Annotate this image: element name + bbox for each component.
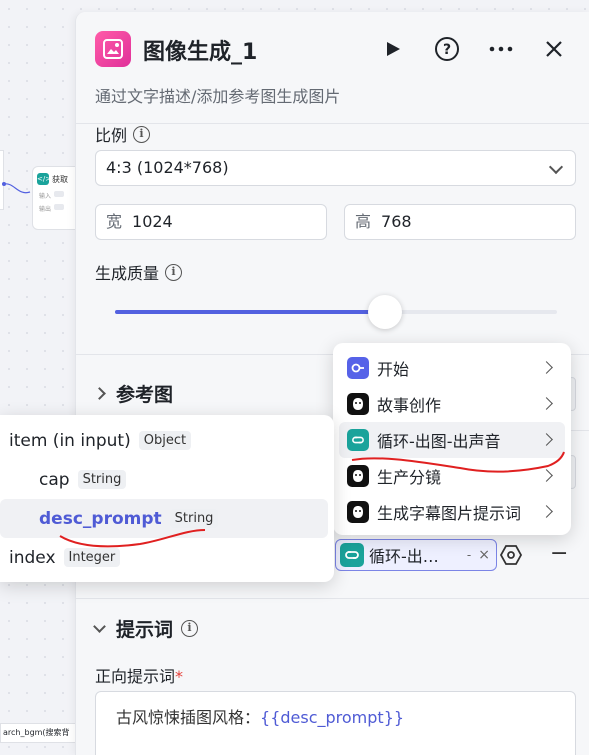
quality-slider-knob[interactable] (367, 295, 402, 329)
code-icon: </> (37, 173, 52, 185)
help-button[interactable]: ? (432, 34, 462, 64)
variable-name: item (in input) (9, 430, 131, 451)
menu-item-label: 故事创作 (377, 396, 442, 415)
more-icon (489, 46, 513, 52)
menu-item-storyboard[interactable]: 生产分镜 (339, 458, 565, 494)
play-icon (387, 42, 400, 56)
prompt-section-header[interactable]: 提示词 i (93, 615, 199, 642)
height-value: 768 (381, 212, 412, 231)
loop-icon (340, 543, 364, 567)
menu-item-label: 生成字幕图片提示词 (377, 504, 522, 523)
prompt-text: 古风惊悚插图风格： (116, 708, 261, 727)
chevron-right-icon (540, 361, 553, 374)
ratio-label: 比例 (95, 126, 128, 145)
ratio-select[interactable]: 4:3 (1024*768) (95, 150, 576, 186)
variable-type-badge: String (169, 509, 219, 528)
height-field[interactable]: 高 768 (344, 204, 576, 240)
close-button[interactable] (539, 34, 569, 64)
prompt-section-title: 提示词 (116, 619, 174, 641)
canvas-node-label: 获取 (52, 174, 68, 184)
variable-type-badge: String (77, 470, 127, 489)
robot-icon (347, 501, 369, 523)
variable-settings-icon[interactable] (499, 543, 523, 567)
menu-item-loop[interactable]: 循环-出图-出声音 (339, 422, 565, 458)
variable-item-cap[interactable]: cap String (0, 460, 328, 499)
variable-item-desc-prompt[interactable]: desc_prompt String (0, 499, 328, 538)
variable-name: desc_prompt (39, 508, 162, 529)
chevron-right-icon (540, 505, 553, 518)
width-prefix: 宽 (106, 212, 123, 231)
canvas-node-output: 输出 (39, 206, 52, 213)
menu-item-story[interactable]: 故事创作 (339, 386, 565, 422)
ratio-label-row: 比例 i (95, 122, 151, 146)
quality-slider-fill (115, 310, 385, 314)
variable-item-index[interactable]: index Integer (0, 538, 328, 577)
chevron-down-icon (93, 620, 106, 633)
prompt-variable: {{desc_prompt}} (260, 708, 405, 727)
robot-icon (347, 393, 369, 415)
width-value: 1024 (132, 212, 173, 231)
variable-ref-label: 循环-出… (369, 547, 439, 566)
variable-type-badge: Integer (63, 548, 121, 567)
menu-item-label: 生产分镜 (377, 468, 442, 487)
close-icon (546, 41, 562, 57)
loop-icon (347, 429, 369, 451)
variable-item-item[interactable]: item (in input) Object (0, 421, 328, 460)
page-title[interactable]: 图像生成_1 (143, 34, 257, 66)
quality-label: 生成质量 (95, 264, 160, 283)
node-picker-menu: 开始 故事创作 循环-出图-出声音 生产分镜 生成字幕图片提示词 (333, 343, 571, 535)
robot-icon (347, 465, 369, 487)
panel-description: 通过文字描述/添加参考图生成图片 (95, 87, 341, 106)
menu-item-subtitle-prompt[interactable]: 生成字幕图片提示词 (339, 494, 565, 530)
help-icon: ? (435, 37, 459, 61)
canvas-edge (2, 182, 31, 194)
info-icon[interactable]: i (133, 125, 151, 143)
chevron-right-icon (540, 397, 553, 410)
variable-ref-clear[interactable]: × (478, 547, 490, 563)
reference-section-title: 参考图 (116, 384, 174, 406)
ratio-value: 4:3 (1024*768) (106, 158, 229, 177)
svg-text:?: ? (443, 42, 451, 58)
image-gen-icon (95, 31, 131, 67)
required-mark: * (175, 667, 184, 686)
chevron-right-icon (540, 433, 553, 446)
height-prefix: 高 (355, 212, 372, 231)
variable-name: index (9, 547, 56, 568)
chevron-down-icon (548, 159, 564, 175)
canvas-node-input: 输入 (39, 193, 52, 200)
chevron-right-icon (93, 387, 106, 400)
reference-section-header[interactable]: 参考图 (93, 380, 174, 407)
menu-item-label: 开始 (377, 360, 410, 379)
divider (76, 598, 589, 599)
variable-name: cap (39, 469, 70, 490)
positive-prompt-label-text: 正向提示词 (95, 667, 176, 686)
positive-prompt-input[interactable]: 古风惊悚插图风格：{{desc_prompt}} (95, 691, 576, 755)
width-field[interactable]: 宽 1024 (95, 204, 327, 240)
variable-ref-dash: - (466, 548, 472, 562)
quality-slider[interactable] (115, 295, 557, 329)
quality-label-row: 生成质量 i (95, 260, 183, 284)
variable-type-badge: Object (138, 431, 192, 450)
positive-prompt-label: 正向提示词* (95, 663, 183, 687)
panel-header: 图像生成_1 ? 通过文字描述/添加参考图生成图片 (76, 12, 589, 124)
info-icon[interactable]: i (165, 263, 183, 281)
variable-picker-menu: item (in input) Object cap String desc_p… (0, 415, 334, 582)
run-button[interactable] (378, 34, 408, 64)
chevron-right-icon (540, 469, 553, 482)
start-icon (347, 357, 369, 379)
canvas-node-bgm[interactable]: arch_bgm(搜索背 (0, 723, 78, 743)
remove-input-button[interactable]: − (550, 541, 568, 566)
menu-item-start[interactable]: 开始 (339, 350, 565, 386)
more-button[interactable] (486, 34, 516, 64)
info-icon[interactable]: i (181, 620, 199, 637)
menu-item-label: 循环-出图-出声音 (377, 432, 501, 451)
variable-ref-chip[interactable]: 循环-出… - × (335, 539, 497, 571)
